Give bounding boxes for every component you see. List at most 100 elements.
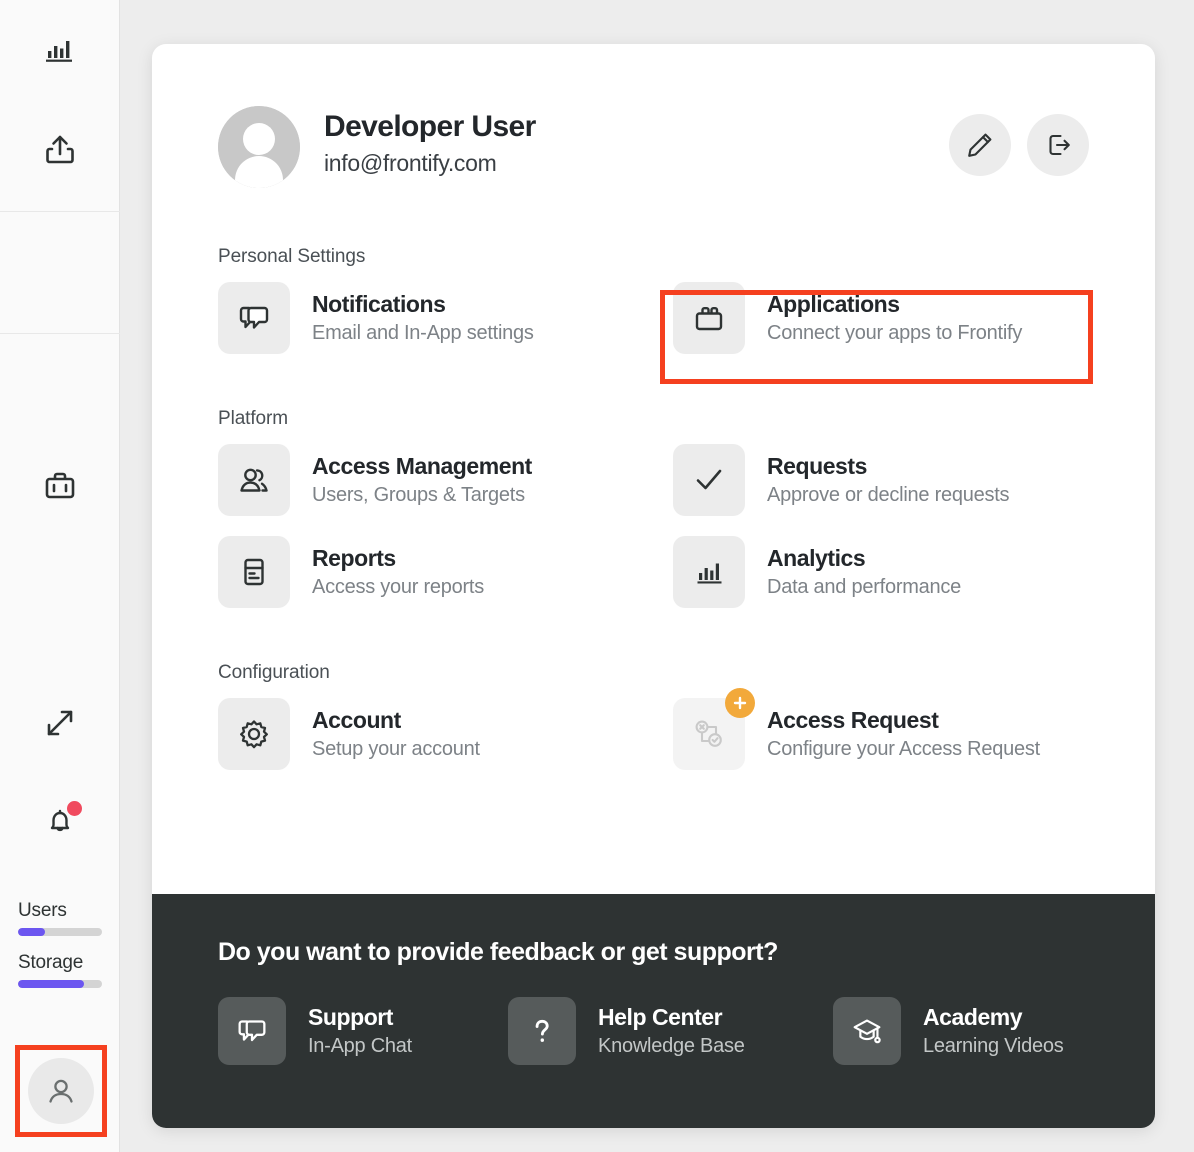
footer-tile-text: Academy Learning Videos — [923, 1004, 1064, 1058]
tile-icon-wrapper — [218, 698, 290, 770]
check-icon — [696, 469, 722, 490]
tile-subtitle: Configure your Access Request — [767, 737, 1040, 760]
tile-text: Notifications Email and In-App settings — [312, 291, 534, 345]
user-avatar-icon — [218, 106, 300, 188]
tile-access-management[interactable]: Access Management Users, Groups & Target… — [218, 444, 673, 516]
expand-icon — [47, 710, 73, 736]
access-request-icon — [695, 720, 722, 747]
footer-tile-help-center[interactable]: Help Center Knowledge Base — [508, 997, 833, 1065]
tile-text: Applications Connect your apps to Fronti… — [767, 291, 1022, 345]
chat-bubbles-icon — [238, 1020, 266, 1042]
sidebar-item-expand[interactable] — [0, 692, 120, 754]
tile-text: Reports Access your reports — [312, 545, 484, 599]
plus-icon — [733, 696, 747, 710]
tile-reports[interactable]: Reports Access your reports — [218, 536, 673, 608]
section-title: Configuration — [218, 662, 330, 683]
tile-account[interactable]: Account Setup your account — [218, 698, 673, 770]
tile-title: Reports — [312, 545, 396, 572]
profile-actions — [949, 106, 1089, 176]
tile-text: Requests Approve or decline requests — [767, 453, 1010, 507]
footer-tile-subtitle: Knowledge Base — [598, 1034, 745, 1057]
tile-title: Account — [312, 707, 401, 734]
toolbox-icon — [695, 307, 723, 331]
tile-analytics[interactable]: Analytics Data and performance — [673, 536, 1089, 608]
footer-tile-icon-wrapper — [833, 997, 901, 1065]
app-root: Users Storage Developer User info@fronti… — [0, 0, 1194, 1152]
tile-text: Access Request Configure your Access Req… — [767, 707, 1040, 761]
section-configuration: Configuration Account Setup your account — [218, 662, 1089, 770]
tile-applications[interactable]: Applications Connect your apps to Fronti… — [673, 282, 1089, 354]
sidebar-avatar[interactable] — [28, 1058, 94, 1124]
logout-icon — [1049, 134, 1070, 156]
sidebar-group-top — [0, 0, 120, 212]
sidebar-item-analytics[interactable] — [0, 0, 120, 100]
profile-header: Developer User info@frontify.com — [218, 44, 1089, 188]
tile-subtitle: Email and In-App settings — [312, 321, 534, 344]
account-panel-body: Developer User info@frontify.com Persona… — [152, 44, 1155, 770]
users-group-icon — [240, 468, 268, 492]
profile-text: Developer User info@frontify.com — [324, 106, 536, 177]
tile-subtitle: Connect your apps to Frontify — [767, 321, 1023, 344]
bell-wrapper — [42, 801, 82, 839]
edit-profile-button[interactable] — [949, 114, 1011, 176]
page-title: Developer User — [324, 110, 536, 143]
meter-fill-users — [18, 928, 45, 936]
footer-tile-academy[interactable]: Academy Learning Videos — [833, 997, 1089, 1065]
meter-fill-storage — [18, 980, 84, 988]
footer-tile-title: Academy — [923, 1004, 1023, 1031]
tile-title: Notifications — [312, 291, 446, 318]
tile-text: Analytics Data and performance — [767, 545, 961, 599]
sidebar-item-upload[interactable] — [0, 100, 120, 200]
footer-pointer — [152, 1074, 153, 1106]
footer-tile-subtitle: In-App Chat — [308, 1034, 412, 1057]
tile-title: Access Request — [767, 707, 939, 734]
tile-grid: Notifications Email and In-App settings — [218, 282, 1089, 354]
logout-button[interactable] — [1027, 114, 1089, 176]
report-document-icon — [244, 558, 264, 586]
question-mark-icon — [535, 1019, 549, 1042]
pencil-icon — [968, 133, 992, 157]
account-panel: Developer User info@frontify.com Persona… — [152, 44, 1155, 1128]
tile-subtitle: Access your reports — [312, 575, 484, 598]
support-footer: Do you want to provide feedback or get s… — [152, 894, 1155, 1128]
section-platform: Platform Access Management Users, Groups… — [218, 408, 1089, 608]
tile-icon-wrapper — [218, 536, 290, 608]
gear-icon — [240, 720, 268, 749]
meter-track-users — [18, 928, 102, 936]
tile-requests[interactable]: Requests Approve or decline requests — [673, 444, 1089, 516]
tile-icon-wrapper — [673, 444, 745, 516]
footer-tile-text: Help Center Knowledge Base — [598, 1004, 745, 1058]
sidebar-item-account[interactable] — [18, 1048, 104, 1134]
footer-tile-support[interactable]: Support In-App Chat — [218, 997, 508, 1065]
tile-title: Analytics — [767, 545, 866, 572]
tile-grid: Account Setup your account Access Reques… — [218, 688, 1089, 770]
meter-label-users: Users — [18, 900, 67, 921]
tile-title: Access Management — [312, 453, 532, 480]
tile-notifications[interactable]: Notifications Email and In-App settings — [218, 282, 673, 354]
plus-badge — [725, 688, 755, 718]
graduation-cap-icon — [853, 1019, 881, 1044]
footer-title: Do you want to provide feedback or get s… — [218, 938, 778, 966]
footer-tile-title: Help Center — [598, 1004, 723, 1031]
tile-subtitle: Approve or decline requests — [767, 483, 1010, 506]
tile-icon-wrapper — [218, 444, 290, 516]
tile-access-request[interactable]: Access Request Configure your Access Req… — [673, 688, 1089, 770]
tile-subtitle: Setup your account — [312, 737, 480, 760]
footer-tile-title: Support — [308, 1004, 393, 1031]
meter-label-storage: Storage — [18, 952, 84, 973]
footer-tiles: Support In-App Chat Help Center Knowledg… — [218, 997, 1089, 1065]
tile-icon-wrapper — [673, 536, 745, 608]
usage-meters: Users Storage — [18, 900, 104, 1004]
tile-subtitle: Data and performance — [767, 575, 962, 598]
tile-text: Access Management Users, Groups & Target… — [312, 453, 532, 507]
left-sidebar: Users Storage — [0, 0, 120, 1152]
bar-chart-icon — [697, 563, 722, 584]
sidebar-item-notifications[interactable] — [0, 790, 120, 852]
profile-email: info@frontify.com — [324, 149, 497, 176]
footer-tile-subtitle: Learning Videos — [923, 1034, 1064, 1057]
tile-title: Requests — [767, 453, 867, 480]
section-title: Platform — [218, 408, 288, 429]
tile-grid: Access Management Users, Groups & Target… — [218, 444, 1089, 608]
section-title: Personal Settings — [218, 246, 366, 267]
sidebar-item-projects[interactable] — [0, 424, 120, 546]
